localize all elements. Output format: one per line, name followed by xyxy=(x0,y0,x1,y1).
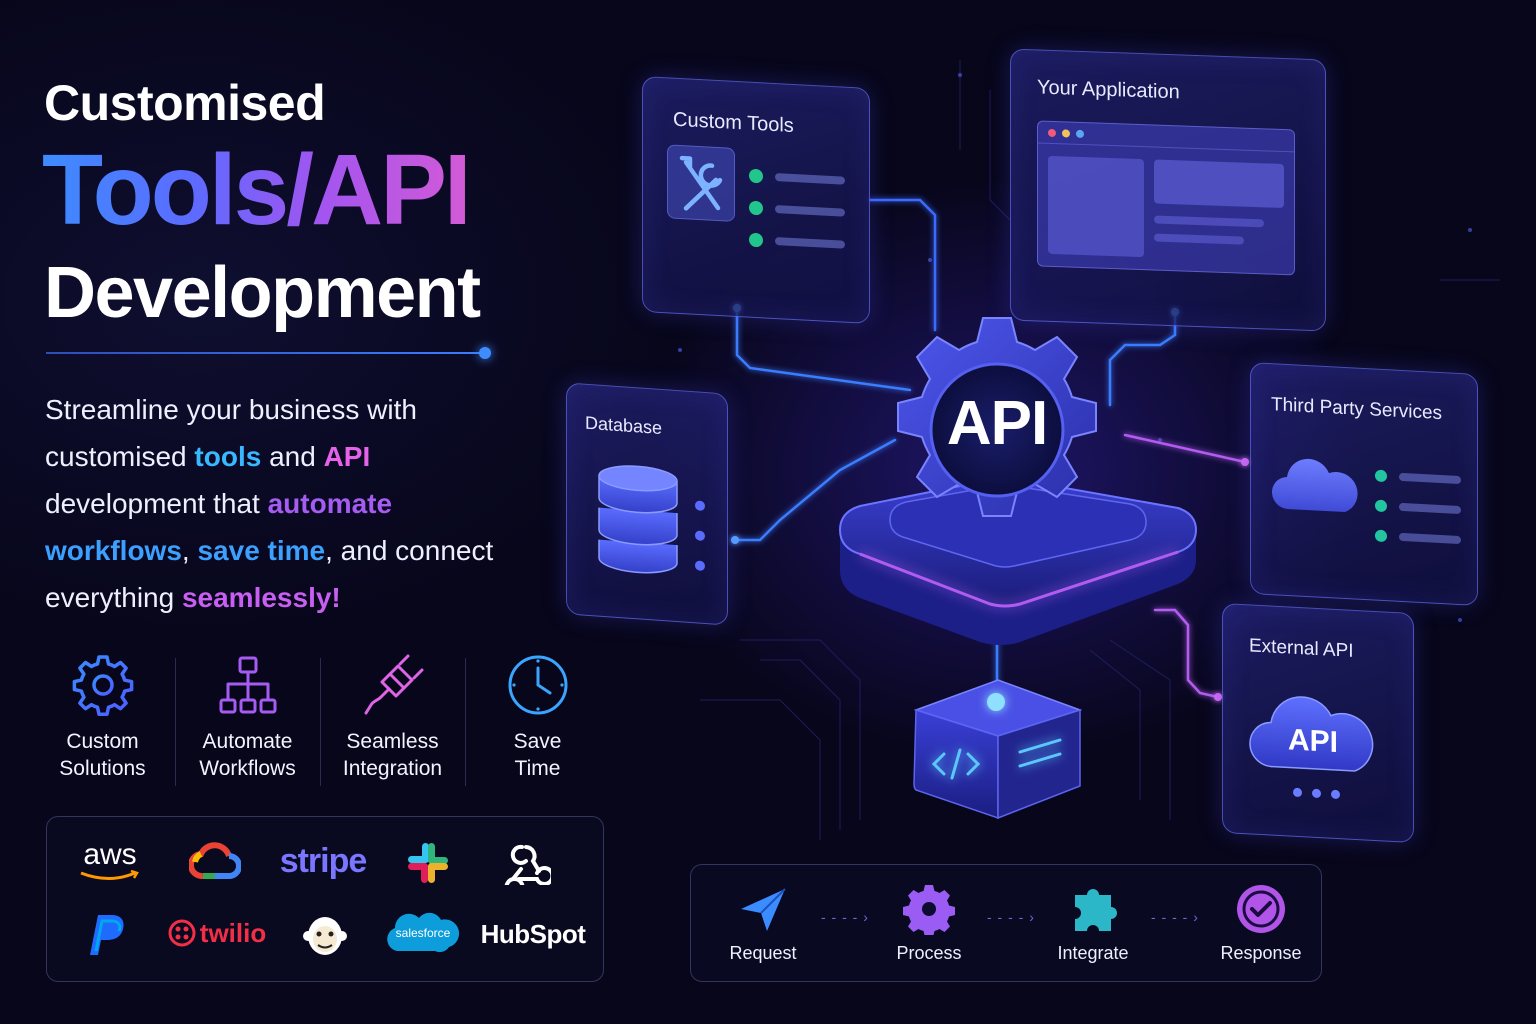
window-content-line xyxy=(1154,215,1264,228)
flow-arrow: - - - - › xyxy=(821,909,869,925)
hub-api-label: API xyxy=(946,389,1048,458)
flow-step-label: Process xyxy=(896,943,962,963)
panel-database: Database xyxy=(566,382,728,626)
panel-title: External API xyxy=(1249,635,1354,662)
check-icon xyxy=(749,232,763,248)
check-icon xyxy=(749,168,763,184)
api-hub xyxy=(838,317,1198,645)
code-box xyxy=(913,679,1083,820)
app-window xyxy=(1037,120,1295,276)
panel-title: Database xyxy=(585,412,663,439)
panel-title: Custom Tools xyxy=(673,108,794,137)
check-icon xyxy=(749,200,763,216)
loading-dots xyxy=(1293,787,1340,800)
panel-title: Your Application xyxy=(1037,76,1180,104)
check-list xyxy=(749,168,849,252)
flow-step-response: Response xyxy=(1201,865,1321,964)
window-content xyxy=(1154,159,1284,209)
flow-step-label: Integrate xyxy=(1057,943,1129,963)
request-flow: Request - - - - › Process - - - - › Inte… xyxy=(690,864,1322,982)
check-line xyxy=(775,236,845,249)
window-bar xyxy=(1038,121,1294,153)
flow-step-label: Response xyxy=(1220,943,1302,963)
cloud-icon xyxy=(1272,458,1358,513)
wrench-screwdriver-icon xyxy=(679,155,723,211)
infographic: Customised Tools/API Development Streaml… xyxy=(0,0,1536,1024)
check-line xyxy=(775,204,845,217)
external-api-badge: API xyxy=(1287,723,1338,760)
window-dot-blue xyxy=(1076,129,1084,138)
tools-icon-tile xyxy=(667,144,735,222)
flow-arrow: - - - - › xyxy=(987,909,1035,925)
flow-step-process: Process xyxy=(869,865,989,964)
panel-external-api: External API API xyxy=(1222,602,1414,844)
flow-step-integrate: Integrate xyxy=(1033,865,1153,964)
window-sidebar xyxy=(1048,155,1144,258)
paper-plane-icon xyxy=(741,888,786,931)
puzzle-icon xyxy=(1075,889,1117,931)
database-icon xyxy=(598,465,678,574)
check-line xyxy=(775,172,845,185)
panel-title: Third Party Services xyxy=(1271,394,1443,425)
gear-icon xyxy=(903,885,955,935)
window-dot-red xyxy=(1048,128,1056,137)
service-list xyxy=(1375,469,1461,547)
flow-arrow: - - - - › xyxy=(1151,909,1199,925)
status-dots xyxy=(695,500,705,572)
panel-third-party-services: Third Party Services xyxy=(1250,362,1478,606)
window-content-line xyxy=(1154,233,1244,245)
check-circle-icon xyxy=(1237,885,1285,933)
window-dot-yellow xyxy=(1062,128,1070,138)
flow-step-label: Request xyxy=(729,943,797,963)
flow-step-request: Request xyxy=(703,865,823,964)
